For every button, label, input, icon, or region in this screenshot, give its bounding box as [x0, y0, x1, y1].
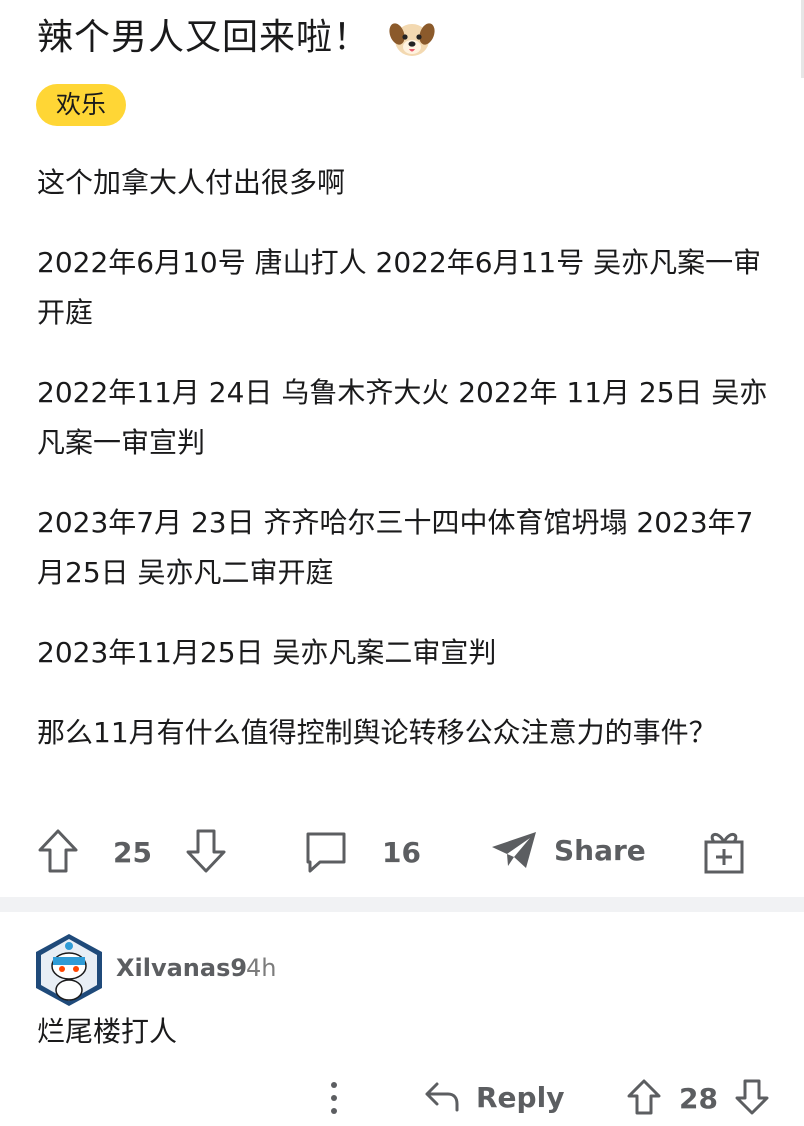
comment: Xilvanas9 4h 烂尾楼打人 Reply 28: [0, 912, 804, 1126]
section-divider: [0, 897, 804, 912]
reply-button[interactable]: Reply: [424, 1080, 564, 1114]
downvote-icon: [186, 829, 226, 873]
comments-button[interactable]: [304, 830, 348, 874]
post-title: 辣个男人又回来啦！: [37, 17, 371, 58]
share-label: Share: [554, 833, 646, 867]
dog-face-icon: [389, 23, 435, 56]
upvote-button[interactable]: [36, 828, 80, 874]
post-body: 这个加拿大人付出很多啊 2022年6月10号 唐山打人 2022年6月11号 吴…: [37, 158, 777, 788]
comment-icon: [306, 832, 346, 873]
post-paragraph: 2023年7月 23日 齐齐哈尔三十四中体育馆坍塌 2023年7月25日 吴亦凡…: [37, 506, 754, 589]
post-action-bar: 25 16 Share: [0, 822, 804, 882]
post-flair[interactable]: 欢乐: [36, 84, 127, 126]
reply-label: Reply: [476, 1080, 565, 1114]
downvote-icon: [735, 1079, 769, 1115]
post-paragraph: 2022年11月 24日 乌鲁木齐大火 2022年 11月 25日 吴亦凡案一审…: [37, 376, 768, 459]
avatar[interactable]: [34, 932, 104, 1008]
more-options-button[interactable]: [324, 1080, 344, 1116]
share-icon: [492, 832, 536, 868]
comment-downvote-button[interactable]: [734, 1078, 770, 1116]
downvote-button[interactable]: [184, 828, 228, 874]
award-button[interactable]: [702, 828, 746, 874]
more-options-icon: [331, 1082, 337, 1114]
comment-author[interactable]: Xilvanas9: [116, 954, 247, 982]
upvote-icon: [627, 1079, 661, 1115]
post-vote-count: 25: [113, 836, 152, 869]
post-paragraph: 2023年11月25日 吴亦凡案二审宣判: [37, 636, 497, 669]
post-comment-count: 16: [382, 836, 421, 869]
upvote-icon: [38, 829, 78, 873]
post-paragraph: 这个加拿大人付出很多啊: [37, 166, 346, 199]
gift-award-icon: [704, 833, 744, 874]
post-paragraph: 那么11月有什么值得控制舆论转移公众注意力的事件？: [37, 716, 717, 749]
post-paragraph: 2022年6月10号 唐山打人 2022年6月11号 吴亦凡案一审开庭: [37, 246, 762, 329]
comment-upvote-button[interactable]: [626, 1078, 662, 1116]
comment-text: 烂尾楼打人: [37, 1015, 178, 1048]
post-title-row: 辣个男人又回来啦！: [37, 12, 436, 64]
comment-vote-count: 28: [679, 1082, 718, 1115]
post: 辣个男人又回来啦！ 欢乐 这个加拿大人付出很多啊 2022年6月10号 唐山打人…: [0, 0, 804, 897]
comment-timestamp: 4h: [246, 954, 277, 982]
share-button[interactable]: Share: [490, 830, 646, 870]
reply-icon: [425, 1082, 459, 1112]
